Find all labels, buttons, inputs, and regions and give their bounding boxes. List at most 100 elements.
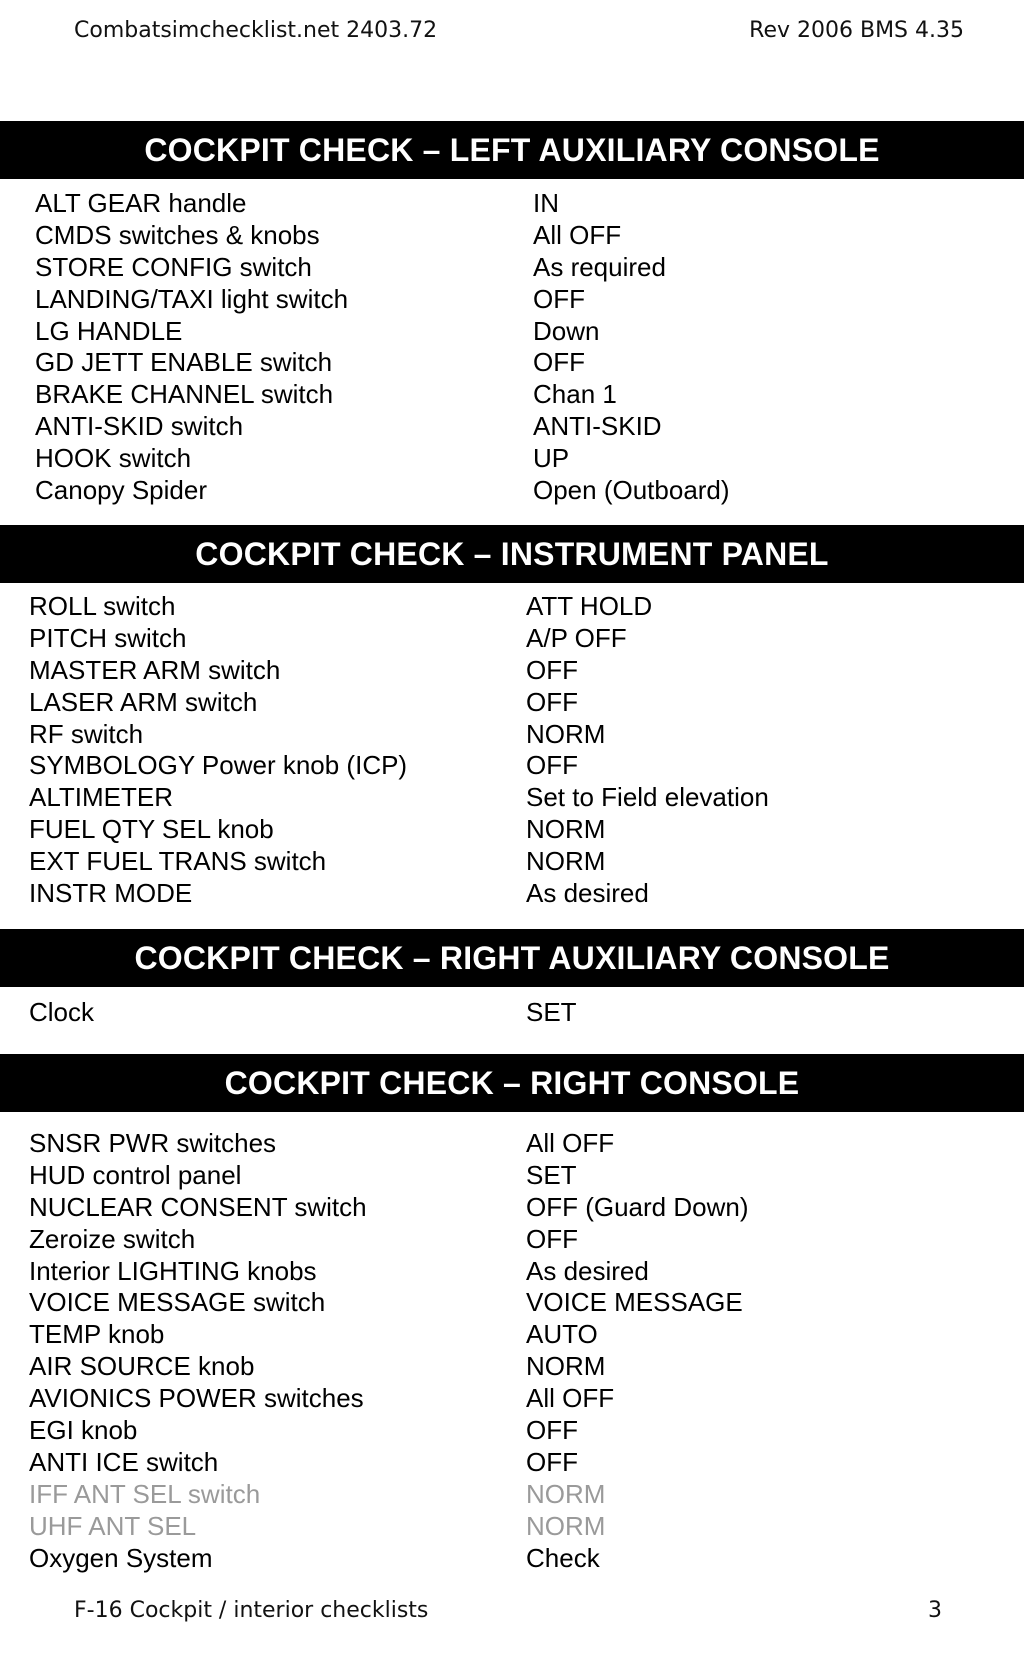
checklist-item-value: As desired <box>526 1255 649 1286</box>
checklist-item-value: Chan 1 <box>533 379 617 410</box>
checklist-rows: ALT GEAR handle IN CMDS switches & knobs Al… <box>0 188 1024 507</box>
checklist-item-value: OFF <box>526 1415 578 1446</box>
checklist-row: LANDING/TAXI light switch OFF <box>0 284 1024 316</box>
checklist-item-value: OFF <box>526 1223 578 1254</box>
checklist-item-label: INSTR MODE <box>29 878 193 909</box>
checklist-item-label: FUEL QTY SEL knob <box>29 814 274 845</box>
checklist-row: SYMBOLOGY Power knob (ICP) OFF <box>0 750 1024 782</box>
checklist-item-value: ANTI-SKID <box>533 411 662 442</box>
checklist-item-label: CMDS switches & knobs <box>35 219 320 250</box>
checklist-row: EGI knob OFF <box>0 1415 1024 1447</box>
checklist-row: AVIONICS POWER switches All OFF <box>0 1383 1024 1415</box>
checklist-item-value: IN <box>533 188 559 218</box>
checklist-item-label: Clock <box>29 997 95 1027</box>
checklist-row: BRAKE CHANNEL switch Chan 1 <box>0 379 1024 411</box>
checklist-item-value: NORM <box>526 814 606 845</box>
checklist-item-value: As desired <box>526 878 649 909</box>
checklist-item-label: ALT GEAR handle <box>35 188 247 218</box>
checklist-item-value: All OFF <box>526 1128 615 1158</box>
checklist-item-value: VOICE MESSAGE <box>526 1287 743 1318</box>
checklist-row: NUCLEAR CONSENT switch OFF (Guard Down) <box>0 1192 1024 1224</box>
checklist-rows: Clock SET <box>0 997 1024 1029</box>
section-header: COCKPIT CHECK – RIGHT AUXILIARY CONSOLE <box>0 929 1024 987</box>
checklist-item-label: EXT FUEL TRANS switch <box>29 846 327 877</box>
checklist-item-label: AVIONICS POWER switches <box>29 1383 364 1414</box>
checklist-row: LG HANDLE Down <box>0 316 1024 348</box>
checklist-item-label: MASTER ARM switch <box>29 654 281 685</box>
checklist-row: Oxygen System Check <box>0 1543 1024 1575</box>
checklist-item-value: OFF <box>533 347 585 378</box>
checklist-item-value: SET <box>526 997 577 1027</box>
checklist-row: TEMP knob AUTO <box>0 1319 1024 1351</box>
footer-page-number: 3 <box>928 1598 942 1623</box>
section-header: COCKPIT CHECK – RIGHT CONSOLE <box>0 1054 1024 1112</box>
checklist-item-label: VOICE MESSAGE switch <box>29 1287 326 1318</box>
checklist-item-value: NORM <box>526 718 606 749</box>
header-revision: Rev 2006 BMS 4.35 <box>749 18 964 43</box>
checklist-item-label: RF switch <box>29 718 144 749</box>
checklist-item-label: LANDING/TAXI light switch <box>35 283 349 314</box>
checklist-item-value: OFF (Guard Down) <box>526 1191 749 1222</box>
section-header: COCKPIT CHECK – INSTRUMENT PANEL <box>0 525 1024 583</box>
footer-title: F-16 Cockpit / interior checklists <box>74 1598 429 1623</box>
checklist-item-label: Canopy Spider <box>35 475 207 506</box>
checklist-row: Interior LIGHTING knobs As desired <box>0 1256 1024 1288</box>
checklist-item-value: Open (Outboard) <box>533 475 730 506</box>
checklist-row: RF switch NORM <box>0 719 1024 751</box>
checklist-item-value: OFF <box>526 686 578 717</box>
checklist-row: MASTER ARM switch OFF <box>0 655 1024 687</box>
checklist-item-label: SYMBOLOGY Power knob (ICP) <box>29 750 408 781</box>
checklist-item-value: NORM <box>526 1478 606 1509</box>
checklist-item-label: ALTIMETER <box>29 782 173 813</box>
checklist-item-label: NUCLEAR CONSENT switch <box>29 1191 367 1222</box>
checklist-row: ANTI-SKID switch ANTI-SKID <box>0 411 1024 443</box>
checklist-row: AIR SOURCE knob NORM <box>0 1351 1024 1383</box>
checklist-row: UHF ANT SEL NORM <box>0 1511 1024 1543</box>
checklist-row: Zeroize switch OFF <box>0 1224 1024 1256</box>
checklist-row: ALT GEAR handle IN <box>0 188 1024 220</box>
checklist-rows: SNSR PWR switches All OFF HUD control pane… <box>0 1128 1024 1574</box>
checklist-item-label: BRAKE CHANNEL switch <box>35 379 334 410</box>
checklist-row: GD JETT ENABLE switch OFF <box>0 347 1024 379</box>
checklist-item-label: ROLL switch <box>29 591 176 621</box>
checklist-row: STORE CONFIG switch As required <box>0 252 1024 284</box>
checklist-row: ALTIMETER Set to Field elevation <box>0 782 1024 814</box>
checklist-row: SNSR PWR switches All OFF <box>0 1128 1024 1160</box>
checklist-item-label: Interior LIGHTING knobs <box>29 1255 317 1286</box>
checklist-item-value: AUTO <box>526 1319 598 1350</box>
checklist-row: CMDS switches & knobs All OFF <box>0 220 1024 252</box>
checklist-row: HUD control panel SET <box>0 1160 1024 1192</box>
checklist-item-label: STORE CONFIG switch <box>35 251 312 282</box>
checklist-item-value: Check <box>526 1542 600 1573</box>
checklist-item-label: HUD control panel <box>29 1159 242 1190</box>
checklist-row: ROLL switch ATT HOLD <box>0 591 1024 623</box>
checklist-item-label: GD JETT ENABLE switch <box>35 347 333 378</box>
checklist-item-label: HOOK switch <box>35 443 192 474</box>
checklist-rows: ROLL switch ATT HOLD PITCH switch A/P OFF MA… <box>0 591 1024 910</box>
checklist-row: EXT FUEL TRANS switch NORM <box>0 846 1024 878</box>
checklist-row: PITCH switch A/P OFF <box>0 623 1024 655</box>
checklist-item-label: LASER ARM switch <box>29 686 258 717</box>
checklist-item-value: NORM <box>526 1351 606 1382</box>
checklist-item-label: SNSR PWR switches <box>29 1128 277 1158</box>
checklist-row: ANTI ICE switch OFF <box>0 1447 1024 1479</box>
section-header: COCKPIT CHECK – LEFT AUXILIARY CONSOLE <box>0 121 1024 179</box>
checklist-item-value: A/P OFF <box>526 622 627 653</box>
checklist-item-label: ANTI-SKID switch <box>35 411 244 442</box>
checklist-item-value: Down <box>533 315 600 346</box>
checklist-item-label: Oxygen System <box>29 1542 213 1573</box>
checklist-item-value: UP <box>533 443 570 474</box>
checklist-item-value: OFF <box>526 654 578 685</box>
checklist-item-label: TEMP knob <box>29 1319 165 1350</box>
checklist-item-value: OFF <box>526 750 578 781</box>
checklist-row: VOICE MESSAGE switch VOICE MESSAGE <box>0 1287 1024 1319</box>
checklist-item-value: NORM <box>526 846 606 877</box>
checklist-row: HOOK switch UP <box>0 443 1024 475</box>
checklist-item-label: Zeroize switch <box>29 1223 196 1254</box>
checklist-item-value: All OFF <box>526 1383 615 1414</box>
checklist-item-value: NORM <box>526 1510 606 1541</box>
checklist-item-value: OFF <box>526 1446 578 1477</box>
checklist-item-value: As required <box>533 251 666 282</box>
checklist-item-value: OFF <box>533 283 585 314</box>
checklist-row: LASER ARM switch OFF <box>0 687 1024 719</box>
